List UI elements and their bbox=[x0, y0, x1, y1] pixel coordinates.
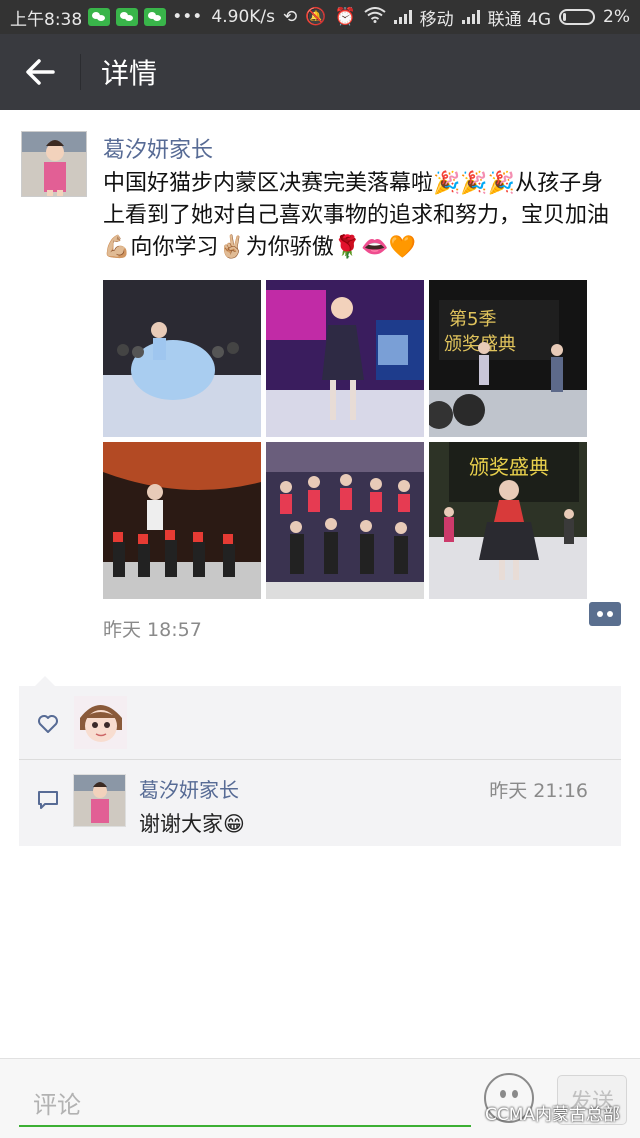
author-name[interactable]: 葛汐妍家长 bbox=[103, 132, 213, 164]
signal-icon bbox=[393, 10, 412, 24]
commenter-avatar[interactable] bbox=[73, 774, 126, 827]
carrier-2: 联通 4G bbox=[487, 9, 552, 30]
more-notifications-icon: ••• bbox=[172, 7, 203, 27]
comment-text: 谢谢大家😁 bbox=[139, 812, 245, 836]
page-title: 详情 bbox=[101, 57, 158, 90]
post-photo[interactable] bbox=[103, 280, 261, 437]
comment-time: 昨天 21:16 bbox=[489, 780, 588, 802]
comment-input[interactable]: 评论 bbox=[19, 1075, 471, 1127]
svg-text:颁奖盛典: 颁奖盛典 bbox=[469, 455, 549, 479]
post-photo[interactable]: 第5季 颁奖盛典 bbox=[429, 280, 587, 437]
signal-icon bbox=[461, 10, 480, 24]
title-divider bbox=[80, 54, 81, 90]
comment-icon bbox=[38, 791, 58, 809]
likes-row bbox=[19, 686, 621, 760]
wechat-icon bbox=[144, 8, 167, 26]
commenter-name[interactable]: 葛汐妍家长 bbox=[139, 774, 239, 803]
carrier-1: 移动 bbox=[419, 9, 454, 30]
watermark: CCMA内蒙古总部 bbox=[484, 1105, 620, 1125]
post-time: 昨天 18:57 bbox=[103, 619, 202, 641]
liker-avatar[interactable] bbox=[74, 696, 127, 749]
mute-icon: 🔕 bbox=[305, 7, 327, 27]
photo-grid: 第5季 颁奖盛典 bbox=[103, 280, 587, 599]
comment-placeholder: 评论 bbox=[33, 1091, 81, 1119]
status-time: 上午8:38 bbox=[10, 9, 83, 30]
post-text: 中国好猫步内蒙区决赛完美落幕啦🎉🎉🎉从孩子身上看到了她对自己喜欢事物的追求和努力… bbox=[103, 171, 610, 260]
post-photo[interactable] bbox=[103, 442, 261, 599]
wechat-icon bbox=[88, 8, 111, 26]
post-photo[interactable]: 颁奖盛典 bbox=[429, 442, 587, 599]
comment-bar: 评论 发送 bbox=[0, 1058, 640, 1138]
comment-row[interactable]: 葛汐妍家长 昨天 21:16 谢谢大家😁 bbox=[19, 760, 621, 846]
status-bar: 上午8:38 ••• 4.90K/s ⟲ 🔕 ⏰ 移动 联通 4G 2% bbox=[0, 0, 640, 34]
battery-icon bbox=[559, 9, 596, 25]
arrow-left-icon bbox=[26, 59, 55, 85]
battery-level: 2% bbox=[603, 7, 630, 27]
alarm-icon: ⏰ bbox=[334, 7, 356, 27]
author-avatar[interactable] bbox=[21, 131, 87, 197]
svg-text:第5季: 第5季 bbox=[449, 309, 496, 330]
more-actions-button[interactable] bbox=[589, 602, 621, 626]
post-photo[interactable] bbox=[266, 442, 424, 599]
wifi-icon bbox=[363, 6, 386, 28]
wechat-icon bbox=[116, 8, 139, 26]
title-bar: 详情 bbox=[0, 34, 640, 110]
rotation-icon: ⟲ bbox=[283, 7, 298, 27]
back-button[interactable] bbox=[0, 34, 80, 110]
post-photo[interactable] bbox=[266, 280, 424, 437]
net-speed: 4.90K/s bbox=[211, 7, 276, 27]
interactions-panel: 葛汐妍家长 昨天 21:16 谢谢大家😁 bbox=[19, 686, 621, 846]
heart-icon bbox=[38, 715, 58, 733]
